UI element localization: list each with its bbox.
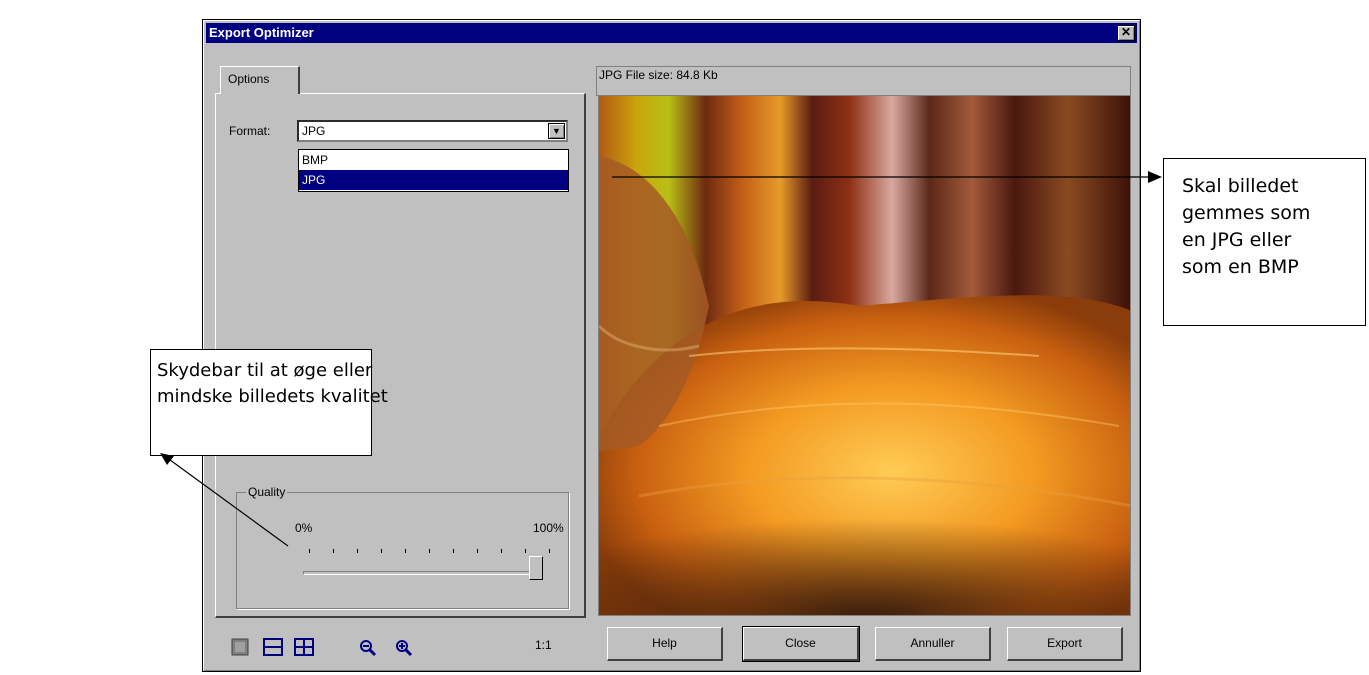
single-view-icon[interactable]: [231, 638, 251, 658]
file-size-label: JPG File size: 84.8 Kb: [599, 68, 718, 82]
four-split-view-icon[interactable]: [294, 638, 316, 658]
preview-header: JPG File size: 84.8 Kb: [596, 66, 1131, 96]
export-button[interactable]: Export: [1007, 627, 1123, 661]
export-optimizer-dialog: Export Optimizer ✕ Options Format: JPG ▼…: [202, 19, 1141, 672]
zoom-out-icon[interactable]: [358, 638, 380, 658]
tab-options-label: Options: [228, 72, 270, 86]
format-option-bmp[interactable]: BMP: [299, 150, 568, 170]
dialog-title: Export Optimizer: [209, 25, 314, 40]
quality-group-label: Quality: [246, 485, 288, 499]
quality-callout: Skydebar til at øge eller mindske billed…: [150, 349, 388, 456]
zoom-ratio[interactable]: 1:1: [535, 638, 552, 652]
quality-slider-handle[interactable]: [529, 556, 543, 580]
format-arrow-head: [1148, 171, 1162, 183]
quality-callout-line: Skydebar til at øge eller: [157, 360, 373, 381]
preview-image: [598, 95, 1131, 616]
close-button[interactable]: Close: [742, 626, 860, 662]
format-callout-line: en JPG eller: [1182, 229, 1292, 251]
quality-slider-track[interactable]: [303, 571, 543, 575]
two-split-view-icon[interactable]: [263, 638, 285, 658]
quality-min-label: 0%: [295, 521, 313, 535]
help-button[interactable]: Help: [607, 627, 723, 661]
tab-options[interactable]: Options: [220, 66, 300, 94]
quality-ticks: [309, 549, 555, 555]
quality-callout-line: mindske billedets kvalitet: [157, 386, 388, 407]
cat-photo: [599, 96, 1130, 615]
format-select-value: JPG: [302, 124, 326, 138]
zoom-in-icon[interactable]: [394, 638, 416, 658]
format-callout-line: gemmes som: [1182, 202, 1311, 224]
title-bar[interactable]: Export Optimizer ✕: [206, 23, 1137, 43]
format-select[interactable]: JPG ▼: [297, 120, 568, 142]
close-icon[interactable]: ✕: [1117, 25, 1135, 41]
format-callout-line: Skal billedet: [1182, 175, 1299, 197]
chevron-down-icon[interactable]: ▼: [548, 123, 565, 139]
format-callout: Skal billedet gemmes som en JPG eller so…: [1163, 158, 1366, 326]
cancel-button[interactable]: Annuller: [875, 627, 991, 661]
quality-max-label: 100%: [533, 521, 564, 535]
quality-group: Quality 0% 100%: [236, 485, 569, 609]
format-label: Format:: [229, 124, 271, 138]
format-dropdown-list: BMP JPG: [298, 149, 569, 192]
format-option-jpg[interactable]: JPG: [299, 170, 568, 190]
format-callout-line: som en BMP: [1182, 256, 1299, 278]
